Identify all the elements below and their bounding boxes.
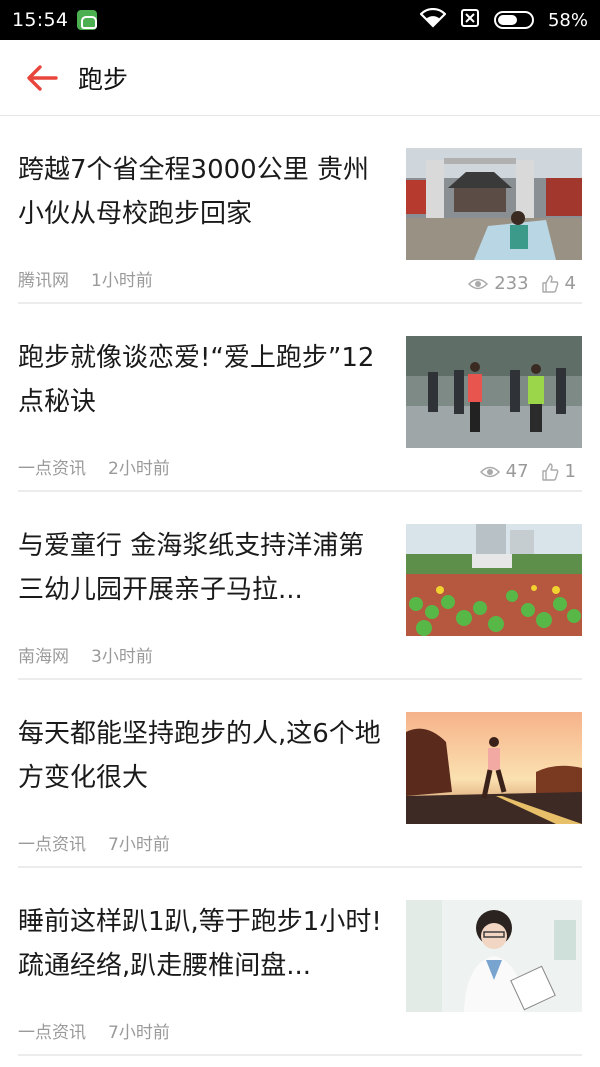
article-meta: 南海网 3小时前 — [18, 642, 153, 667]
article-time: 7小时前 — [108, 1023, 170, 1043]
article-source: 南海网 — [18, 647, 69, 667]
article-meta: 一点资讯 2小时前 — [18, 454, 170, 479]
article-thumbnail[interactable] — [406, 900, 582, 1012]
article-time: 1小时前 — [91, 271, 153, 291]
status-bar: 15:54 58% — [0, 0, 600, 40]
article-thumbnail[interactable] — [406, 524, 582, 636]
article-title[interactable]: 睡前这样趴1趴,等于跑步1小时!疏通经络,趴走腰椎间盘... — [18, 900, 390, 988]
article-thumbnail[interactable] — [406, 336, 582, 448]
view-count: 47 — [505, 461, 529, 482]
like-count: 1 — [564, 461, 576, 482]
thumbs-up-icon — [541, 274, 559, 293]
article-meta: 腾讯网 1小时前 — [18, 266, 153, 291]
article-item[interactable]: 跨越7个省全程3000公里 贵州小伙从母校跑步回家 腾讯网 1小时前 233 4 — [18, 116, 582, 304]
article-meta: 一点资讯 7小时前 — [18, 1018, 170, 1043]
thumbs-up-icon — [541, 462, 559, 481]
page-header: 跑步 — [0, 40, 600, 116]
article-meta: 一点资讯 7小时前 — [18, 830, 170, 855]
article-title[interactable]: 跨越7个省全程3000公里 贵州小伙从母校跑步回家 — [18, 148, 390, 236]
article-thumbnail[interactable] — [406, 148, 582, 260]
battery-level — [497, 15, 517, 25]
battery-icon — [493, 11, 534, 29]
article-title[interactable]: 跑步就像谈恋爱!“爱上跑步”12点秘诀 — [18, 336, 390, 424]
article-title[interactable]: 与爱童行 金海浆纸支持洋浦第三幼儿园开展亲子马拉... — [18, 524, 390, 612]
no-sim-icon — [460, 8, 480, 32]
article-item[interactable]: 每天都能坚持跑步的人,这6个地方变化很大 一点资讯 7小时前 — [18, 680, 582, 868]
article-stats: 233 4 — [468, 273, 576, 294]
article-time: 7小时前 — [108, 835, 170, 855]
article-source: 一点资讯 — [18, 835, 86, 855]
article-list: 跨越7个省全程3000公里 贵州小伙从母校跑步回家 腾讯网 1小时前 233 4… — [18, 116, 582, 1056]
wifi-icon — [419, 7, 447, 32]
article-source: 一点资讯 — [18, 459, 86, 479]
article-source: 一点资讯 — [18, 1023, 86, 1043]
article-item[interactable]: 与爱童行 金海浆纸支持洋浦第三幼儿园开展亲子马拉... 南海网 3小时前 — [18, 492, 582, 680]
article-thumbnail[interactable] — [406, 712, 582, 824]
view-count: 233 — [494, 273, 529, 294]
article-source: 腾讯网 — [18, 271, 69, 291]
article-title[interactable]: 每天都能坚持跑步的人,这6个地方变化很大 — [18, 712, 390, 800]
status-time: 15:54 — [12, 9, 69, 31]
article-time: 3小时前 — [91, 647, 153, 667]
article-stats: 47 1 — [479, 461, 576, 482]
status-icons: 58% — [419, 7, 588, 32]
like-count: 4 — [564, 273, 576, 294]
article-item[interactable]: 睡前这样趴1趴,等于跑步1小时!疏通经络,趴走腰椎间盘... 一点资讯 7小时前 — [18, 868, 582, 1056]
app-notification-icon — [77, 10, 98, 30]
eye-icon — [479, 465, 500, 479]
back-button[interactable] — [12, 48, 72, 108]
page-title: 跑步 — [78, 64, 129, 94]
eye-icon — [468, 277, 489, 291]
article-item[interactable]: 跑步就像谈恋爱!“爱上跑步”12点秘诀 一点资讯 2小时前 47 1 — [18, 304, 582, 492]
article-time: 2小时前 — [108, 459, 170, 479]
back-arrow-icon — [27, 64, 58, 91]
battery-percent: 58% — [547, 9, 588, 31]
